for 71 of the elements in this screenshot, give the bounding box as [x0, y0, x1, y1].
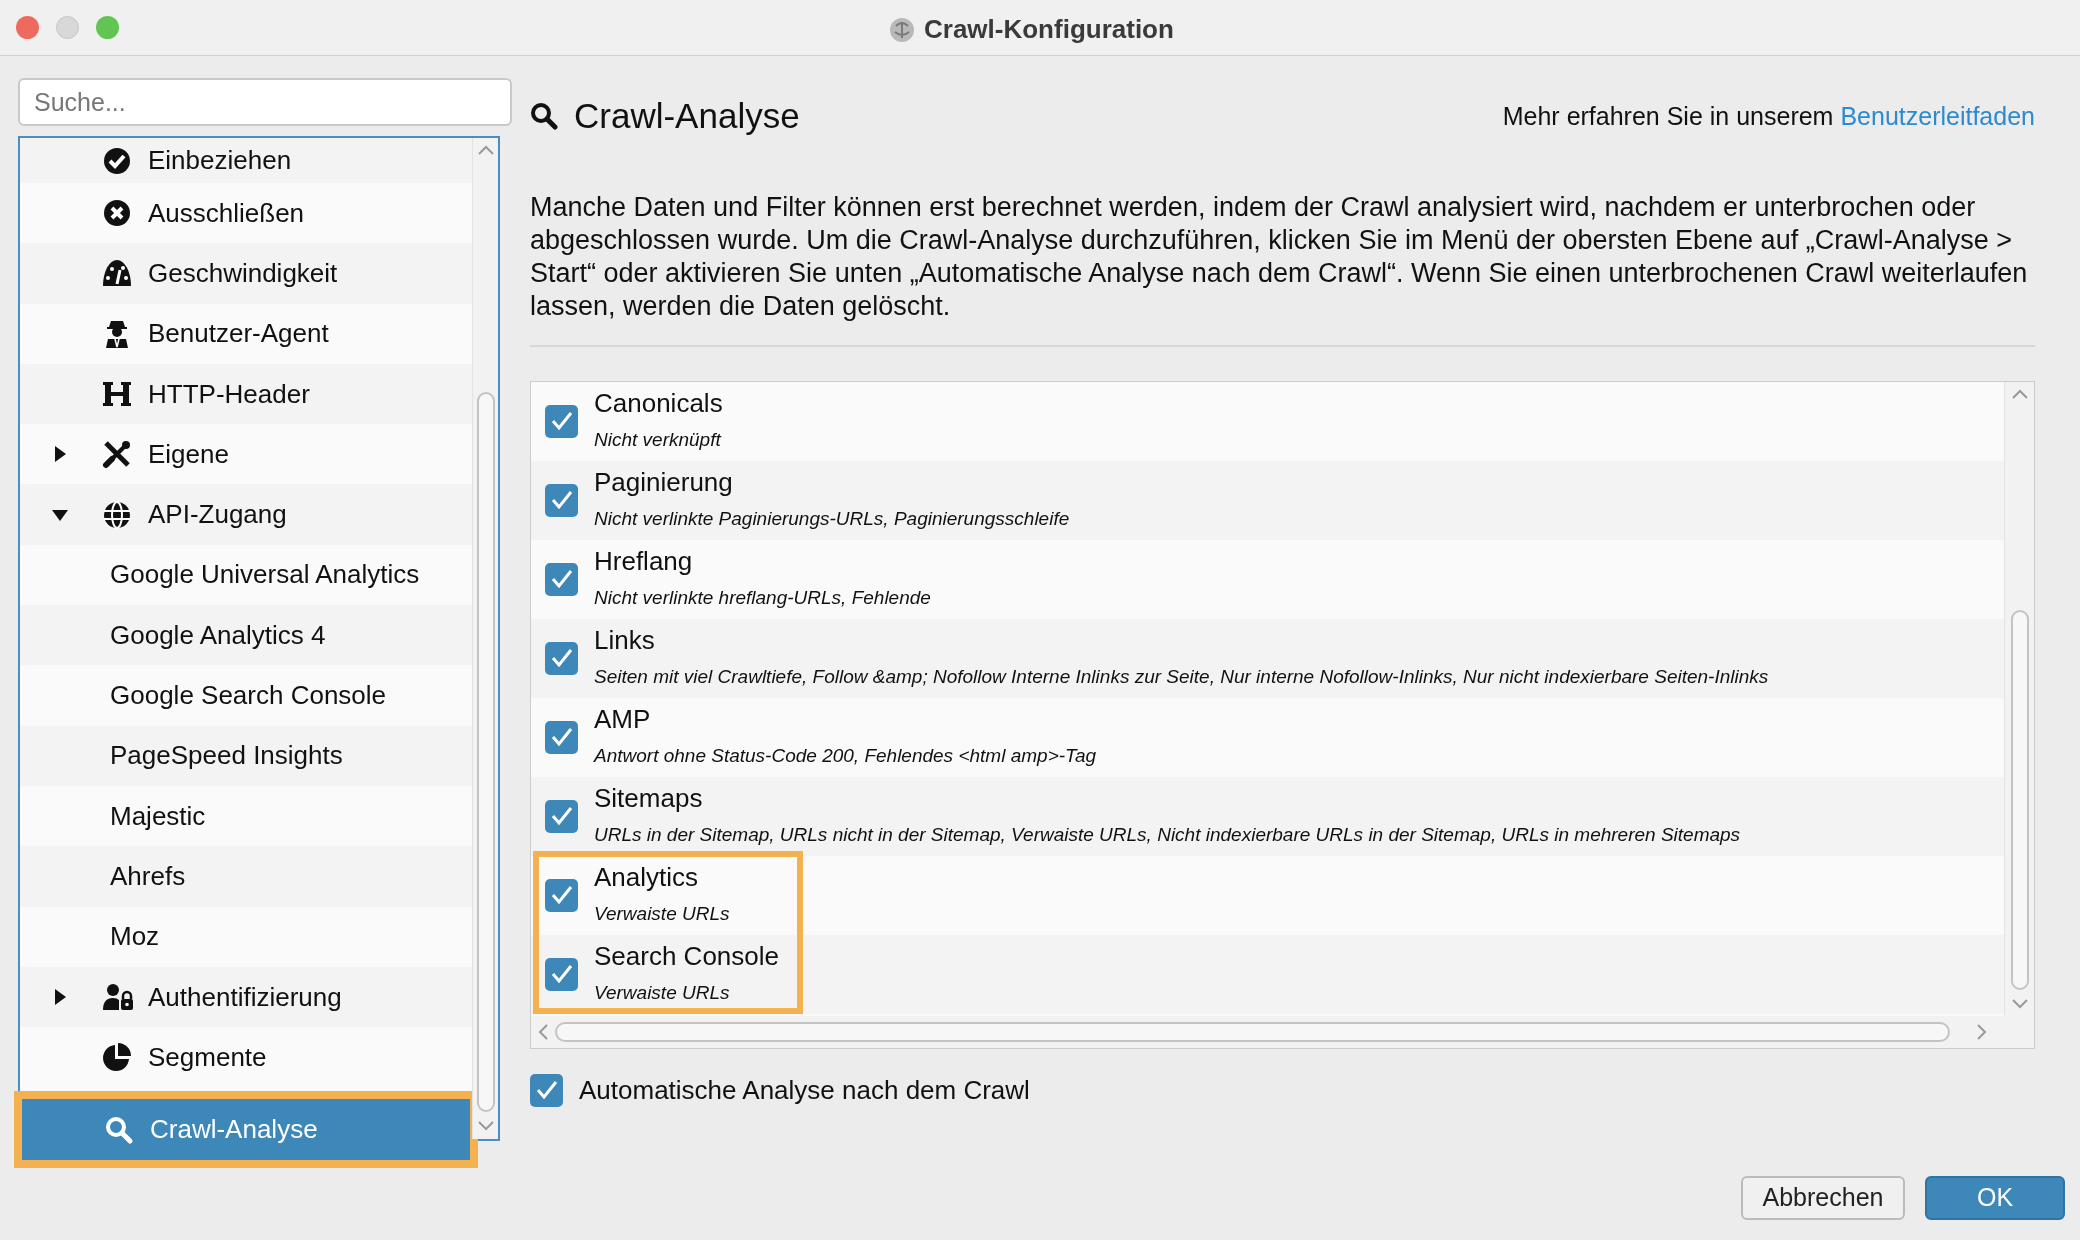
search-icon	[530, 102, 558, 131]
ok-button[interactable]: OK	[1925, 1175, 2065, 1220]
minimize-window-button[interactable]	[56, 16, 79, 39]
checkmark-icon	[549, 568, 574, 590]
option-label: Sitemaps	[594, 782, 704, 813]
scroll-thumb[interactable]	[2010, 609, 2029, 990]
panel-title: Crawl-Analyse	[574, 95, 800, 137]
search-field[interactable]: Suche...	[18, 78, 512, 126]
option-label: Links	[594, 624, 656, 655]
checkmark-icon	[534, 1079, 559, 1101]
sidebar-item[interactable]: Authentifizierung	[20, 966, 472, 1028]
app-icon	[888, 15, 916, 44]
checkmark-icon	[549, 884, 574, 906]
checkbox-label: Automatische Analyse nach dem Crawl	[579, 1073, 1030, 1107]
sidebar-item[interactable]: PageSpeed Insights	[20, 725, 472, 786]
option-label: Analytics	[594, 861, 700, 892]
option-description: Antwort ohne Status-Code 200, Fehlendes <html amp>-Tag	[594, 743, 1097, 768]
option-label: AMP	[594, 703, 652, 734]
description-text: Manche Daten und Filter können erst berechnet werden, indem der Crawl analysiert wird, nachdem er unterbrochen oder abgeschlossen wurde. Um die Crawl-Analyse durchzuführen, klicken Sie im Menü der obersten Ebene auf „Crawl-Analyse > Start“ oder aktivieren Sie unten „Automatische Analyse nach dem Crawl“. Wenn Sie einen unterbrochenen Crawl weiterlaufen lassen, werden die Daten gelöscht.	[530, 190, 2029, 323]
checkbox[interactable]	[545, 957, 578, 991]
scroll-down-icon[interactable]	[476, 1120, 495, 1132]
sidebar-item[interactable]: Crawl-Analyse	[22, 1099, 470, 1160]
checkbox[interactable]	[545, 799, 578, 833]
checkbox[interactable]	[530, 1073, 563, 1107]
checkbox[interactable]	[545, 720, 578, 754]
checkbox[interactable]	[545, 878, 578, 912]
help-text: Mehr erfahren Sie in unserem Benutzerleitfaden	[1502, 100, 2035, 132]
user-lock-icon	[100, 982, 134, 1012]
option-description: Nicht verknüpft	[594, 427, 723, 452]
option-label: Hreflang	[594, 545, 694, 576]
option-description: Nicht verlinkte hreflang-URLs, Fehlende	[594, 585, 931, 610]
checkbox[interactable]	[545, 562, 578, 596]
checkbox[interactable]	[545, 404, 578, 438]
scroll-up-icon[interactable]	[476, 144, 495, 156]
gauge-icon	[100, 258, 134, 289]
option-label: Search Console	[594, 940, 779, 971]
checkmark-icon	[549, 647, 574, 669]
sidebar-item[interactable]: Einbeziehen	[20, 138, 472, 183]
sidebar-item[interactable]: Google Analytics 4	[20, 605, 472, 666]
option-description: Verwaiste URLs	[594, 901, 730, 926]
option-label: Paginierung	[594, 466, 734, 497]
scroll-right-icon[interactable]	[1976, 1022, 1988, 1041]
zoom-window-button[interactable]	[96, 16, 119, 39]
close-window-button[interactable]	[16, 16, 39, 39]
scroll-down-icon[interactable]	[2010, 997, 2029, 1010]
scroll-thumb[interactable]	[555, 1021, 1950, 1042]
checkmark-icon	[549, 726, 574, 748]
sidebar-item[interactable]: Geschwindigkeit	[20, 243, 472, 304]
checkbox[interactable]	[545, 641, 578, 675]
sidebar-item[interactable]: API-Zugang	[20, 484, 472, 545]
scroll-up-icon[interactable]	[2010, 387, 2029, 400]
window-title: Crawl-Konfiguration	[924, 13, 1174, 46]
pie-chart-icon	[100, 1042, 134, 1073]
horizontal-scrollbar[interactable]	[531, 1015, 2034, 1048]
scrollbar[interactable]	[2004, 381, 2034, 1016]
cancel-button[interactable]: Abbrechen	[1741, 1175, 1905, 1220]
checkmark-icon	[549, 805, 574, 827]
checkmark-icon	[549, 489, 574, 511]
option-description: URLs in der Sitemap, URLs nicht in der Sitemap, Verwaiste URLs, Nicht indexierbare URLs in der Sitemap, URLs in mehreren Sitemaps	[594, 822, 1741, 847]
option-description: Verwaiste URLs	[594, 980, 731, 1005]
scroll-left-icon[interactable]	[537, 1022, 549, 1041]
checkbox[interactable]	[545, 483, 578, 517]
option-description: Seiten mit viel Crawltiefe, Follow &amp; Nofollow Interne Inlinks zur Seite, Nur interne Nofollow-Inlinks, Nur nicht indexierbare Seiten-Inlinks	[594, 664, 1769, 689]
option-label: Canonicals	[594, 387, 723, 418]
checkmark-icon	[549, 410, 574, 432]
scroll-thumb[interactable]	[476, 392, 495, 1112]
scrollbar[interactable]	[472, 138, 498, 1139]
sidebar-item[interactable]: HTTP-Header	[20, 363, 472, 425]
sidebar-item[interactable]: Ahrefs	[20, 846, 472, 907]
option-description: Nicht verlinkte Paginierungs-URLs, Paginierungsschleife	[594, 506, 1070, 531]
checkmark-icon	[549, 963, 574, 985]
